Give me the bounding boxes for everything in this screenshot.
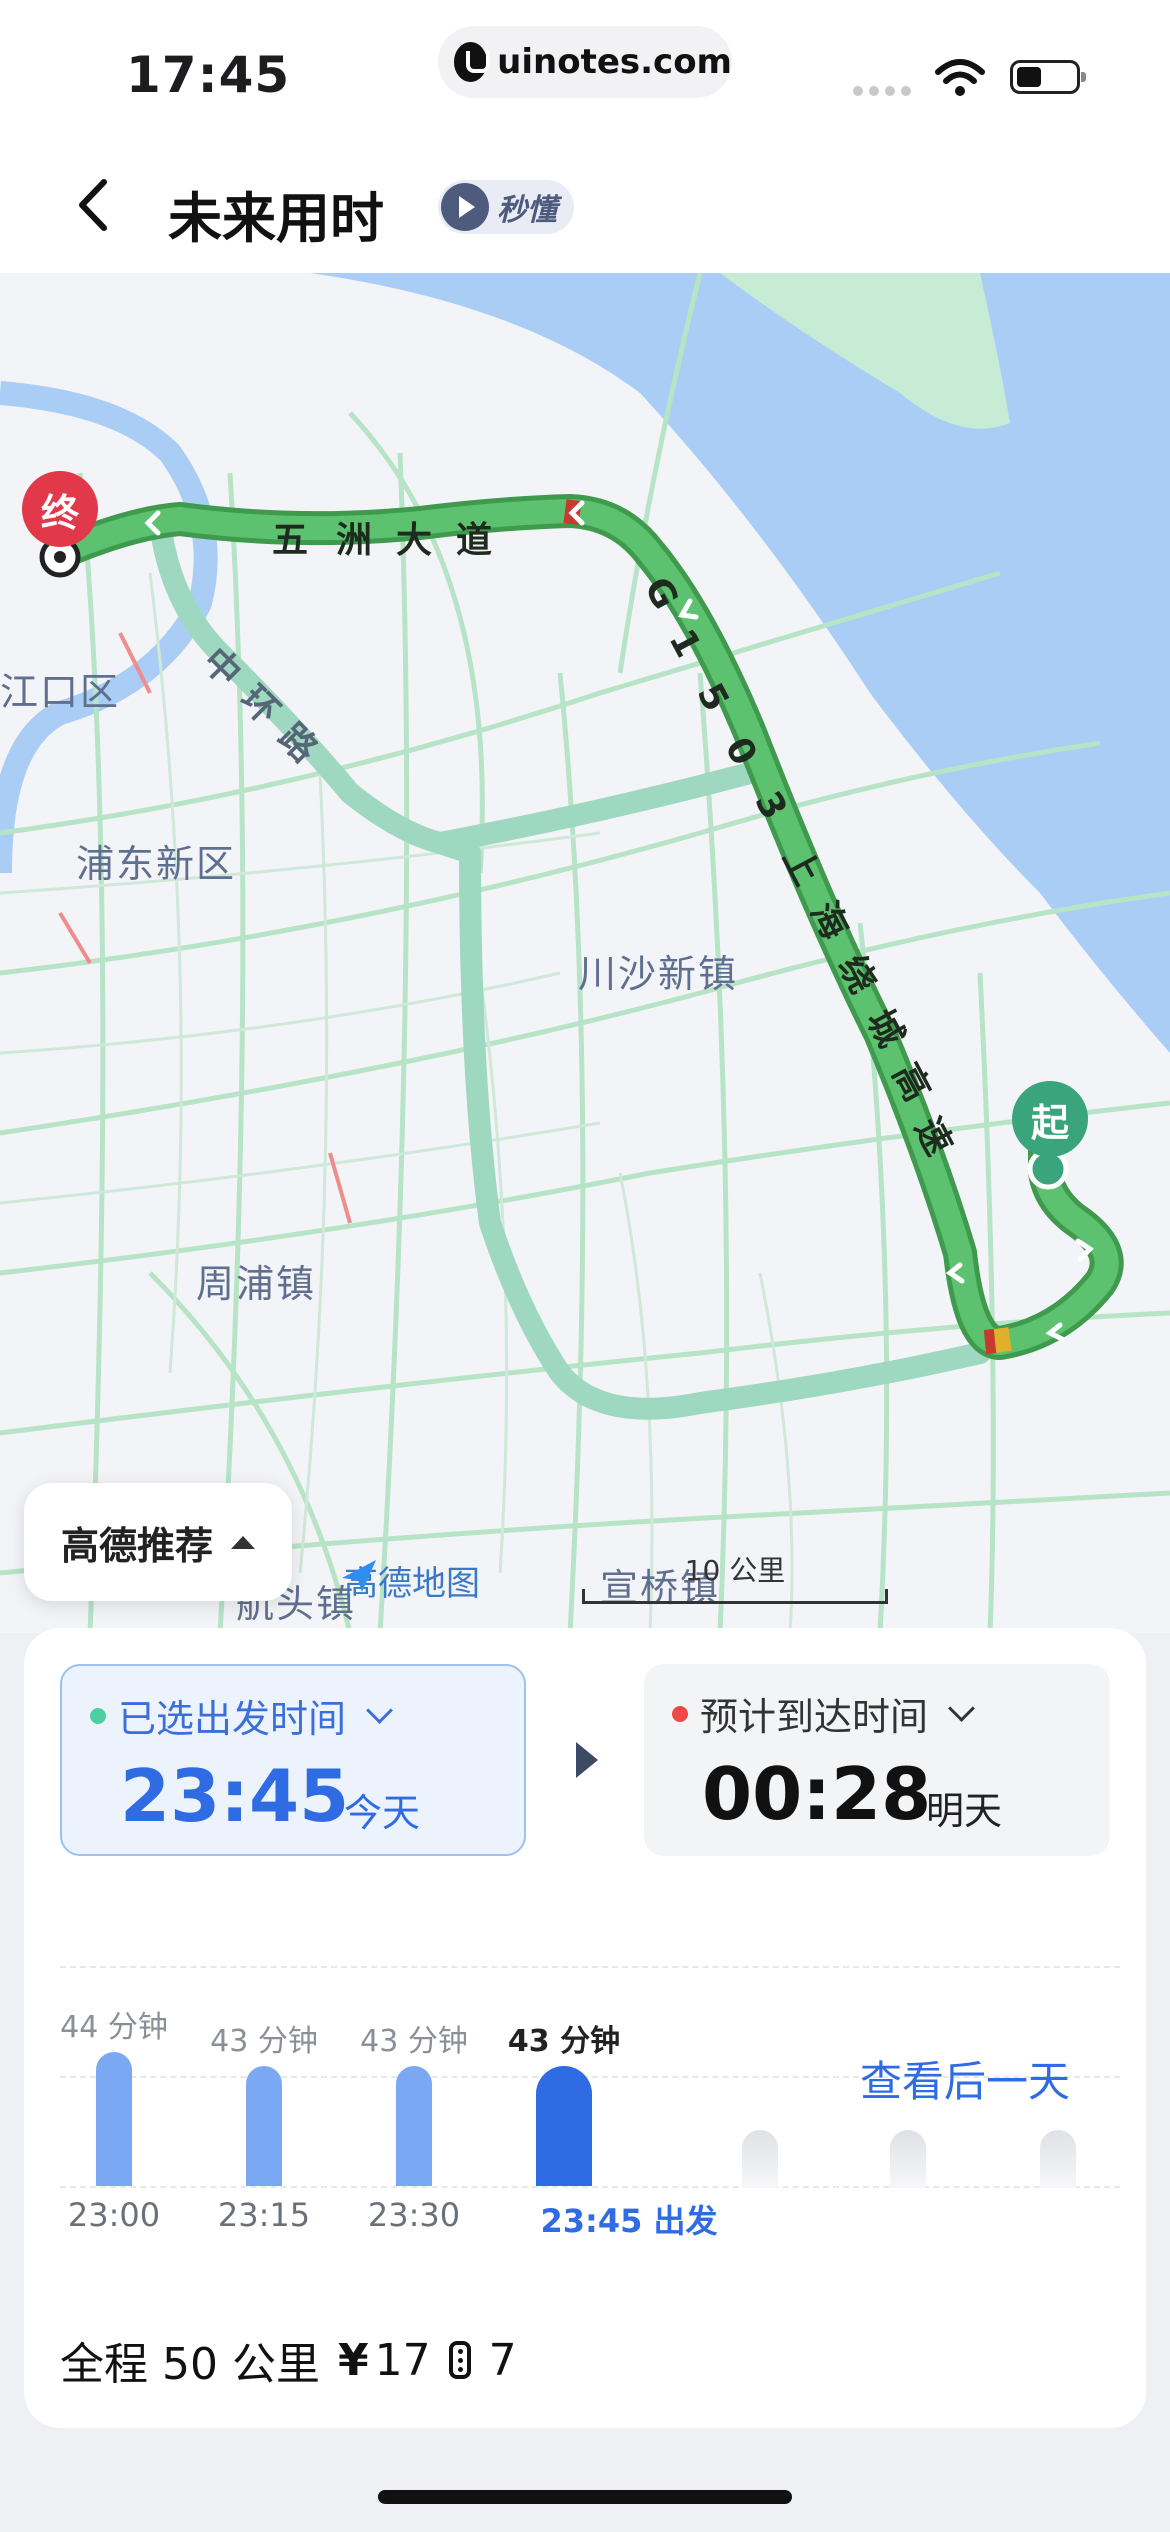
- chevron-down-icon: [366, 1697, 393, 1724]
- empty-slot-bar: [742, 2130, 778, 2188]
- road-label-wuzhou: 大: [396, 520, 433, 561]
- place-label: 江口区: [0, 670, 121, 714]
- departure-header: 已选出发时间: [90, 1688, 393, 1743]
- road-label-wuzhou: 道: [456, 520, 493, 561]
- recommend-toggle[interactable]: 高德推荐: [24, 1483, 292, 1601]
- grid-line: [60, 1966, 1120, 1968]
- explain-badge[interactable]: 秒懂: [438, 180, 574, 234]
- time-sheet: 已选出发时间 23:45 今天 预计到达时间 00:28 明天 查看后一天 44…: [24, 1628, 1146, 2428]
- end-pin[interactable]: 终: [22, 471, 98, 547]
- duration-label: 43 分钟: [210, 2024, 318, 2059]
- duration-bar[interactable]: [96, 2052, 132, 2186]
- departure-time: 23:45: [120, 1754, 350, 1838]
- empty-slot-bar: [890, 2130, 926, 2188]
- traffic-light-icon: [448, 2341, 471, 2379]
- page-title: 未来用时: [168, 187, 384, 250]
- empty-slot-bar: [1040, 2130, 1076, 2188]
- departure-day: 今天: [344, 1791, 421, 1835]
- duration-label: 43 分钟: [507, 2024, 621, 2059]
- status-bar: 17:45 uinotes.com: [0, 0, 1170, 140]
- route-map[interactable]: 五 洲 大 道 中 环 路 G 1 5 0 3 上 海 绕 城 高 速 江口区 …: [0, 273, 1170, 1633]
- scale-bar: [582, 1589, 888, 1604]
- time-tick: 23:00: [67, 2196, 161, 2234]
- duration-bar[interactable]: [246, 2066, 282, 2186]
- place-label: 周浦镇: [196, 1262, 317, 1306]
- scale-label: 10 公里: [684, 1554, 786, 1587]
- map-scale: 10 公里: [582, 1549, 888, 1604]
- amap-logo-icon: [342, 1560, 376, 1592]
- place-label: 浦东新区: [76, 842, 237, 886]
- chevron-down-icon: [948, 1695, 975, 1722]
- arrival-time: 00:28: [702, 1752, 932, 1836]
- chevron-left-icon[interactable]: [60, 170, 130, 240]
- arrival-header: 预计到达时间: [672, 1686, 975, 1741]
- road-label-wuzhou: 五: [272, 520, 309, 561]
- departure-time-card[interactable]: 已选出发时间 23:45 今天: [60, 1664, 526, 1856]
- duration-label: 43 分钟: [360, 2024, 468, 2059]
- arrow-right-icon: [576, 1742, 598, 1778]
- grid-line: [60, 2186, 1120, 2188]
- arrival-label: 预计到达时间: [700, 1695, 929, 1739]
- caret-up-icon: [231, 1535, 255, 1549]
- arrival-dot: [672, 1705, 688, 1722]
- arrival-day: 明天: [926, 1789, 1003, 1833]
- url-text: uinotes.com: [497, 42, 732, 82]
- duration-label: 44 分钟: [60, 2010, 168, 2045]
- place-label: 川沙新镇: [578, 952, 739, 996]
- battery-icon: [1010, 60, 1086, 94]
- departure-dot: [90, 1707, 106, 1724]
- lights-count: 7: [488, 2334, 517, 2386]
- duration-bar[interactable]: [396, 2066, 432, 2186]
- time-tick: 23:15: [217, 2196, 311, 2234]
- signal-icon: [853, 86, 911, 96]
- start-pin[interactable]: 起: [1012, 1081, 1088, 1157]
- site-logo-icon: [454, 42, 491, 82]
- departure-label: 已选出发时间: [118, 1697, 347, 1741]
- play-icon: [441, 183, 489, 231]
- route-summary: 全程 50 公里 ¥ 17 7: [60, 2328, 535, 2392]
- duration-bar[interactable]: [536, 2066, 592, 2186]
- road-label-wuzhou: 洲: [336, 520, 373, 561]
- status-time: 17:45: [126, 46, 291, 104]
- wifi-icon: [935, 59, 985, 96]
- time-tick: 23:30: [367, 2196, 461, 2234]
- yen-icon: ¥: [337, 2334, 369, 2386]
- duration-chart[interactable]: 查看后一天 44 分钟 23:00 43 分钟 23:15 43 分钟 23:30 43 分…: [60, 1966, 1120, 2256]
- next-day-link[interactable]: 查看后一天: [860, 2048, 1070, 2109]
- time-tick: 23:45 出发: [540, 2202, 718, 2240]
- badge-label: 秒懂: [497, 193, 557, 228]
- arrival-time-card[interactable]: 预计到达时间 00:28 明天: [644, 1664, 1110, 1856]
- cost-text: 17: [374, 2334, 431, 2386]
- distance-text: 全程 50 公里: [60, 2339, 320, 2390]
- url-pill[interactable]: uinotes.com: [438, 26, 732, 98]
- home-indicator: [378, 2490, 792, 2504]
- amap-logo: 高德地图: [340, 1556, 480, 1605]
- header: 未来用时 秒懂: [0, 140, 1170, 273]
- recommend-label: 高德推荐: [60, 1523, 213, 1568]
